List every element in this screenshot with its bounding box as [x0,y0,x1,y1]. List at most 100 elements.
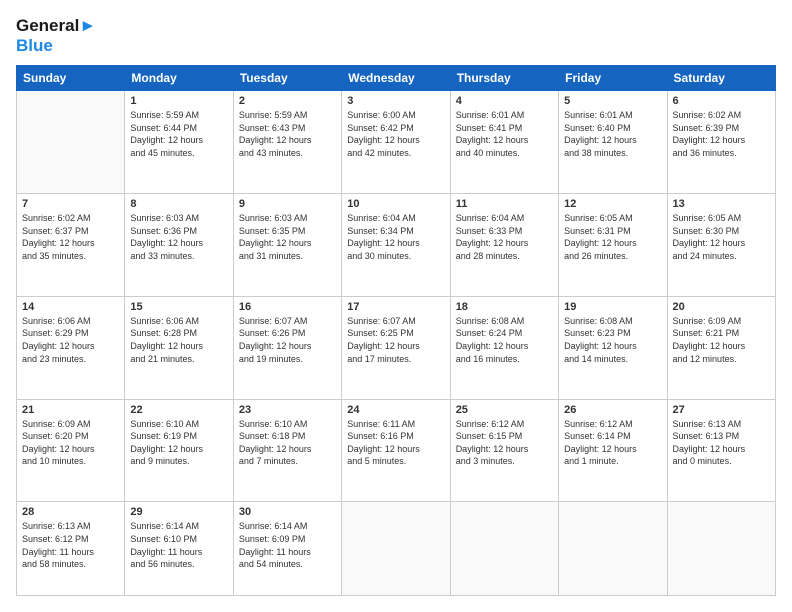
day-number: 17 [347,301,444,313]
day-number: 29 [130,506,227,518]
day-info: Sunrise: 6:05 AM Sunset: 6:31 PM Dayligh… [564,212,661,262]
weekday-wednesday: Wednesday [342,66,450,91]
calendar-cell: 7Sunrise: 6:02 AM Sunset: 6:37 PM Daylig… [17,193,125,296]
day-number: 28 [22,506,119,518]
day-info: Sunrise: 5:59 AM Sunset: 6:44 PM Dayligh… [130,109,227,159]
day-number: 8 [130,198,227,210]
calendar-cell [450,502,558,596]
day-number: 16 [239,301,336,313]
day-info: Sunrise: 6:08 AM Sunset: 6:23 PM Dayligh… [564,315,661,365]
day-number: 20 [673,301,770,313]
weekday-monday: Monday [125,66,233,91]
week-row-3: 14 Sunrise: 6:06 AM Sunset: 6:29 PM Dayli… [17,296,776,399]
calendar-cell: 28 Sunrise: 6:13 AM Sunset: 6:12 PM Dayli… [17,502,125,596]
calendar-cell: 4 Sunrise: 6:01 AM Sunset: 6:41 PM Daylig… [450,91,558,194]
day-info: Sunrise: 6:03 AM Sunset: 6:36 PM Dayligh… [130,212,227,262]
weekday-thursday: Thursday [450,66,558,91]
logo: General► Blue [16,16,96,55]
calendar-cell: 26Sunrise: 6:12 AM Sunset: 6:14 PM Dayli… [559,399,667,502]
day-info: Sunrise: 6:07 AM Sunset: 6:25 PM Dayligh… [347,315,444,365]
day-info: Sunrise: 6:02 AM Sunset: 6:39 PM Dayligh… [673,109,770,159]
page: General► Blue SundayMondayTuesdayWednesd… [0,0,792,612]
day-number: 9 [239,198,336,210]
calendar-cell: 1 Sunrise: 5:59 AM Sunset: 6:44 PM Daylig… [125,91,233,194]
calendar-cell [559,502,667,596]
day-number: 27 [673,404,770,416]
calendar-cell: 14 Sunrise: 6:06 AM Sunset: 6:29 PM Dayli… [17,296,125,399]
day-info: Sunrise: 6:12 AM Sunset: 6:15 PM Dayligh… [456,418,553,468]
calendar-cell [17,91,125,194]
day-number: 24 [347,404,444,416]
calendar-cell: 11 Sunrise: 6:04 AM Sunset: 6:33 PM Dayli… [450,193,558,296]
calendar-cell: 13 Sunrise: 6:05 AM Sunset: 6:30 PM Dayli… [667,193,775,296]
calendar-cell: 8 Sunrise: 6:03 AM Sunset: 6:36 PM Daylig… [125,193,233,296]
week-row-5: 28 Sunrise: 6:13 AM Sunset: 6:12 PM Dayli… [17,502,776,596]
day-info: Sunrise: 5:59 AM Sunset: 6:43 PM Dayligh… [239,109,336,159]
day-number: 1 [130,95,227,107]
day-info: Sunrise: 6:11 AM Sunset: 6:16 PM Dayligh… [347,418,444,468]
calendar-cell: 3 Sunrise: 6:00 AM Sunset: 6:42 PM Daylig… [342,91,450,194]
calendar-cell: 5 Sunrise: 6:01 AM Sunset: 6:40 PM Daylig… [559,91,667,194]
day-info: Sunrise: 6:12 AM Sunset: 6:14 PM Dayligh… [564,418,661,468]
week-row-1: 1 Sunrise: 5:59 AM Sunset: 6:44 PM Daylig… [17,91,776,194]
day-number: 12 [564,198,661,210]
week-row-4: 21 Sunrise: 6:09 AM Sunset: 6:20 PM Dayli… [17,399,776,502]
day-info: Sunrise: 6:00 AM Sunset: 6:42 PM Dayligh… [347,109,444,159]
day-info: Sunrise: 6:13 AM Sunset: 6:13 PM Dayligh… [673,418,770,468]
weekday-sunday: Sunday [17,66,125,91]
day-number: 11 [456,198,553,210]
calendar-cell [667,502,775,596]
day-number: 21 [22,404,119,416]
day-number: 6 [673,95,770,107]
calendar-cell: 15Sunrise: 6:06 AM Sunset: 6:28 PM Dayli… [125,296,233,399]
day-info: Sunrise: 6:01 AM Sunset: 6:41 PM Dayligh… [456,109,553,159]
day-info: Sunrise: 6:05 AM Sunset: 6:30 PM Dayligh… [673,212,770,262]
calendar-cell: 30Sunrise: 6:14 AM Sunset: 6:09 PM Dayli… [233,502,341,596]
day-number: 30 [239,506,336,518]
day-number: 23 [239,404,336,416]
day-number: 5 [564,95,661,107]
day-info: Sunrise: 6:02 AM Sunset: 6:37 PM Dayligh… [22,212,119,262]
calendar-cell: 16Sunrise: 6:07 AM Sunset: 6:26 PM Dayli… [233,296,341,399]
calendar-table: SundayMondayTuesdayWednesdayThursdayFrid… [16,65,776,596]
calendar-cell: 18Sunrise: 6:08 AM Sunset: 6:24 PM Dayli… [450,296,558,399]
day-number: 14 [22,301,119,313]
day-number: 3 [347,95,444,107]
calendar-cell: 6 Sunrise: 6:02 AM Sunset: 6:39 PM Daylig… [667,91,775,194]
day-info: Sunrise: 6:13 AM Sunset: 6:12 PM Dayligh… [22,520,119,570]
calendar-cell: 20Sunrise: 6:09 AM Sunset: 6:21 PM Dayli… [667,296,775,399]
weekday-friday: Friday [559,66,667,91]
calendar-cell: 2 Sunrise: 5:59 AM Sunset: 6:43 PM Daylig… [233,91,341,194]
day-info: Sunrise: 6:01 AM Sunset: 6:40 PM Dayligh… [564,109,661,159]
day-info: Sunrise: 6:04 AM Sunset: 6:34 PM Dayligh… [347,212,444,262]
day-info: Sunrise: 6:08 AM Sunset: 6:24 PM Dayligh… [456,315,553,365]
logo-text: General► Blue [16,16,96,55]
day-number: 2 [239,95,336,107]
day-number: 10 [347,198,444,210]
day-number: 19 [564,301,661,313]
calendar-cell [342,502,450,596]
day-info: Sunrise: 6:06 AM Sunset: 6:29 PM Dayligh… [22,315,119,365]
weekday-saturday: Saturday [667,66,775,91]
day-number: 25 [456,404,553,416]
header: General► Blue [16,16,776,55]
calendar-cell: 27 Sunrise: 6:13 AM Sunset: 6:13 PM Dayli… [667,399,775,502]
calendar-cell: 17 Sunrise: 6:07 AM Sunset: 6:25 PM Dayli… [342,296,450,399]
day-number: 4 [456,95,553,107]
day-number: 13 [673,198,770,210]
calendar-cell: 9 Sunrise: 6:03 AM Sunset: 6:35 PM Daylig… [233,193,341,296]
day-info: Sunrise: 6:09 AM Sunset: 6:20 PM Dayligh… [22,418,119,468]
calendar-cell: 21 Sunrise: 6:09 AM Sunset: 6:20 PM Dayli… [17,399,125,502]
day-info: Sunrise: 6:03 AM Sunset: 6:35 PM Dayligh… [239,212,336,262]
calendar-cell: 24 Sunrise: 6:11 AM Sunset: 6:16 PM Dayli… [342,399,450,502]
calendar-cell: 25 Sunrise: 6:12 AM Sunset: 6:15 PM Dayli… [450,399,558,502]
week-row-2: 7Sunrise: 6:02 AM Sunset: 6:37 PM Daylig… [17,193,776,296]
day-info: Sunrise: 6:06 AM Sunset: 6:28 PM Dayligh… [130,315,227,365]
weekday-tuesday: Tuesday [233,66,341,91]
calendar-cell: 10 Sunrise: 6:04 AM Sunset: 6:34 PM Dayli… [342,193,450,296]
day-info: Sunrise: 6:10 AM Sunset: 6:18 PM Dayligh… [239,418,336,468]
day-info: Sunrise: 6:04 AM Sunset: 6:33 PM Dayligh… [456,212,553,262]
weekday-header-row: SundayMondayTuesdayWednesdayThursdayFrid… [17,66,776,91]
calendar-cell: 29Sunrise: 6:14 AM Sunset: 6:10 PM Dayli… [125,502,233,596]
day-number: 22 [130,404,227,416]
